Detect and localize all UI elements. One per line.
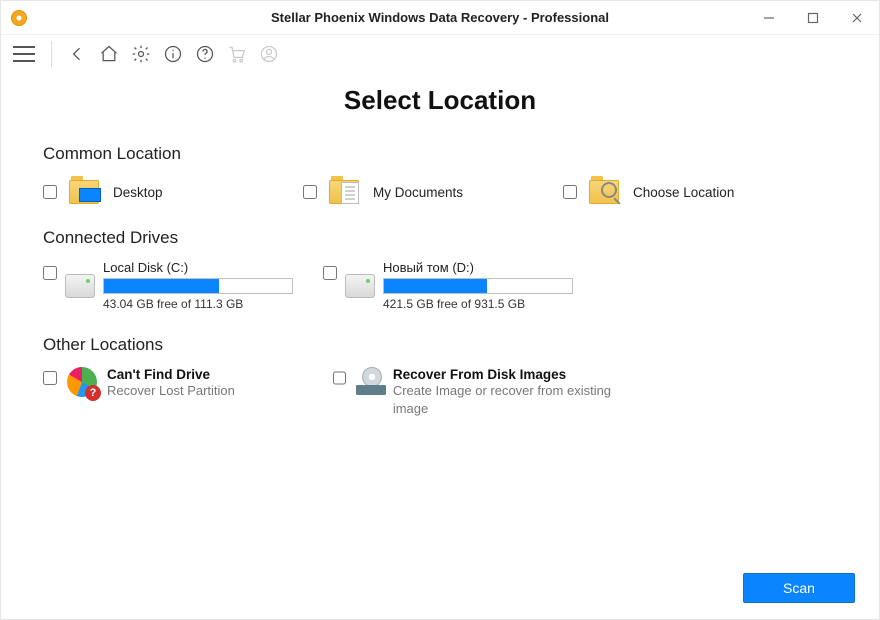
- pie-chart-icon: ?: [67, 367, 97, 397]
- other-item-subtitle: Recover Lost Partition: [107, 382, 235, 400]
- option-desktop[interactable]: Desktop: [43, 176, 303, 208]
- back-button[interactable]: [64, 41, 90, 67]
- page-title: Select Location: [43, 85, 837, 116]
- checkbox-drive-d[interactable]: [323, 266, 337, 280]
- maximize-button[interactable]: [791, 1, 835, 35]
- app-logo-icon: [11, 10, 27, 26]
- scan-button[interactable]: Scan: [743, 573, 855, 603]
- drive-name: Local Disk (C:): [103, 260, 303, 275]
- other-item-title: Recover From Disk Images: [393, 367, 623, 382]
- other-item-title: Can't Find Drive: [107, 367, 235, 382]
- checkbox-choose-location[interactable]: [563, 185, 577, 199]
- drive-usage-fill: [384, 279, 487, 293]
- section-common-title: Common Location: [43, 144, 837, 164]
- title-bar: Stellar Phoenix Windows Data Recovery - …: [1, 1, 879, 35]
- minimize-button[interactable]: [747, 1, 791, 35]
- drive-name: Новый том (D:): [383, 260, 583, 275]
- toolbar-separator: [51, 41, 52, 67]
- app-window: Stellar Phoenix Windows Data Recovery - …: [0, 0, 880, 620]
- info-button[interactable]: [160, 41, 186, 67]
- choose-location-folder-icon: [587, 176, 623, 208]
- drive-free-text: 421.5 GB free of 931.5 GB: [383, 297, 583, 311]
- settings-button[interactable]: [128, 41, 154, 67]
- desktop-folder-icon: [67, 176, 103, 208]
- option-recover-disk-images[interactable]: Recover From Disk Images Create Image or…: [333, 367, 623, 417]
- window-controls: [747, 1, 879, 35]
- help-button[interactable]: [192, 41, 218, 67]
- documents-folder-icon: [327, 176, 363, 208]
- footer: Scan: [1, 557, 879, 619]
- label-choose-location: Choose Location: [633, 185, 734, 200]
- drive-usage-bar: [383, 278, 573, 294]
- checkbox-desktop[interactable]: [43, 185, 57, 199]
- menu-button[interactable]: [11, 43, 39, 65]
- section-drives-title: Connected Drives: [43, 228, 837, 248]
- hard-drive-icon: [345, 274, 375, 298]
- toolbar: [1, 35, 879, 73]
- option-choose-location[interactable]: Choose Location: [563, 176, 823, 208]
- option-cant-find-drive[interactable]: ? Can't Find Drive Recover Lost Partitio…: [43, 367, 333, 417]
- user-button[interactable]: [256, 41, 282, 67]
- disk-image-icon: [356, 367, 383, 395]
- drive-usage-fill: [104, 279, 219, 293]
- checkbox-my-documents[interactable]: [303, 185, 317, 199]
- checkbox-drive-c[interactable]: [43, 266, 57, 280]
- content-area: Select Location Common Location Desktop …: [1, 73, 879, 557]
- cart-button[interactable]: [224, 41, 250, 67]
- option-my-documents[interactable]: My Documents: [303, 176, 563, 208]
- question-badge-icon: ?: [85, 385, 101, 401]
- checkbox-recover-disk-images[interactable]: [333, 371, 346, 385]
- drive-item-d[interactable]: Новый том (D:) 421.5 GB free of 931.5 GB: [323, 260, 583, 311]
- checkbox-cant-find-drive[interactable]: [43, 371, 57, 385]
- other-item-subtitle: Create Image or recover from existing im…: [393, 382, 623, 417]
- drive-usage-bar: [103, 278, 293, 294]
- hard-drive-icon: [65, 274, 95, 298]
- other-locations-row: ? Can't Find Drive Recover Lost Partitio…: [43, 367, 837, 417]
- close-button[interactable]: [835, 1, 879, 35]
- label-desktop: Desktop: [113, 185, 163, 200]
- label-my-documents: My Documents: [373, 185, 463, 200]
- section-other-title: Other Locations: [43, 335, 837, 355]
- home-button[interactable]: [96, 41, 122, 67]
- drive-item-c[interactable]: Local Disk (C:) 43.04 GB free of 111.3 G…: [43, 260, 303, 311]
- common-locations-row: Desktop My Documents Choose Location: [43, 176, 837, 208]
- drives-row: Local Disk (C:) 43.04 GB free of 111.3 G…: [43, 260, 837, 311]
- drive-free-text: 43.04 GB free of 111.3 GB: [103, 297, 303, 311]
